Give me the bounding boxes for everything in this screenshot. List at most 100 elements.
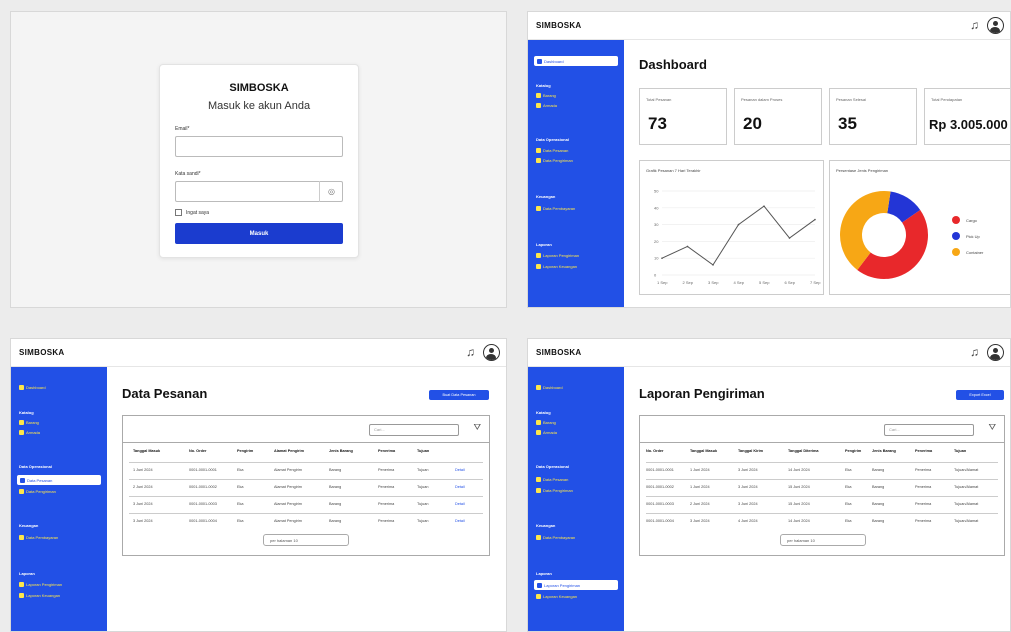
dashboard-screen: SIMBOSKA ♫ Dashboard Katalog Barang Arma… [527,11,1011,308]
table-cell: 0001-0001-0002 [189,485,217,489]
box-icon [536,148,541,153]
bell-icon[interactable]: ♫ [466,345,480,360]
pagination[interactable]: per halaman 10 [780,534,866,546]
home-icon [536,385,541,390]
sidebar-item-label: Data Pengiriman [26,489,56,494]
login-button[interactable]: Masuk [175,223,343,244]
line-chart: 0 10 20 30 40 50 1 Sep 2 Sep 3 Sep 4 Sep 5 Sep 6 Se… [654,189,821,286]
avatar[interactable] [987,17,1004,34]
sidebar-item-armada[interactable]: Armada [536,430,557,435]
sidebar-item-label: Dashboard [26,385,46,390]
table-cell: Alamat Pengirim [274,502,302,506]
table-cell: Tujuan/Alamat [954,502,979,506]
sidebar-item-pengiriman[interactable]: Data Pengiriman [19,489,56,494]
sidebar-item-dashboard[interactable]: Dashboard [19,385,46,390]
y-tick-label: 40 [654,205,659,210]
remember-me[interactable]: Ingat saya [175,209,209,216]
table-cell: 0001-0001-0003 [189,502,217,506]
sidebar-item-pengiriman[interactable]: Data Pengiriman [536,488,573,493]
data-point [737,223,740,226]
show-password-icon[interactable]: ◎ [319,181,343,202]
sidebar-item-pesanan[interactable]: Data Pesanan [17,475,101,485]
sidebar-heading-ops: Data Operasional [536,464,569,469]
sidebar-item-laporan-keuangan[interactable]: Laporan Keuangan [536,264,577,269]
email-field[interactable] [175,136,343,157]
sidebar-item-armada[interactable]: Armada [19,430,40,435]
sidebar-item-laporan-pengiriman[interactable]: Laporan Pengiriman [19,582,62,587]
table-cell: Barang [872,485,885,489]
table-cell: 15 Juni 2024 [788,485,810,489]
bell-icon[interactable]: ♫ [970,345,984,360]
filter-icon[interactable]: ⛛ [473,422,481,433]
table-cell: 0001-0001-0004 [189,519,217,523]
export-excel-button[interactable]: Export Excel [956,390,1004,400]
detail-link[interactable]: Detail [455,468,465,472]
sidebar-item-laporan-pengiriman[interactable]: Laporan Pengiriman [534,580,618,590]
legend-swatch [952,232,960,240]
sidebar-item-laporan-keuangan[interactable]: Laporan Keuangan [19,593,60,598]
sidebar-item-pembayaran[interactable]: Data Pembayaran [19,535,58,540]
table-cell: Barang [872,502,885,506]
pagination[interactable]: per halaman 10 [263,534,349,546]
folder-icon [537,582,542,588]
series-line [661,205,816,266]
detail-link[interactable]: Detail [455,519,465,523]
report-table-card: Cari... ⛛ No. Order Tanggal Masuk Tanggal … [639,415,1005,556]
sidebar-item-pesanan[interactable]: Data Pesanan [536,477,568,482]
divider [640,442,1004,443]
row-divider [646,496,998,497]
sidebar-item-label: Barang [543,420,556,425]
table-cell: Eka [237,519,244,523]
search-input[interactable]: Cari... [369,424,459,436]
sidebar-item-pesanan[interactable]: Data Pesanan [536,148,568,153]
sidebar-item-label: Data Pembayaran [26,535,59,540]
shipping-icon [536,488,541,493]
table-cell: Tujuan [417,485,429,489]
sidebar-heading-master: Katalog [19,410,34,415]
chart-icon [536,594,541,599]
sidebar-item-barang[interactable]: Barang [536,93,556,98]
pie-chart-card: Persentase Jenis Pengiriman Cargo Pick U… [829,160,1010,295]
pie-chart-title: Persentase Jenis Pengiriman [836,168,889,173]
sidebar-item-label: Barang [26,420,39,425]
table-cell: 3 Juni 2024 [738,502,758,506]
column-header: No. Order [189,449,207,453]
avatar[interactable] [483,344,500,361]
x-tick-label: 2 Sep [683,280,694,285]
row-divider [646,513,998,514]
home-icon [537,58,542,64]
sidebar-item-dashboard[interactable]: Dashboard [536,385,563,390]
sidebar-item-barang[interactable]: Barang [19,420,39,425]
sidebar-item-barang[interactable]: Barang [536,420,556,425]
box-icon [536,477,541,482]
sidebar-item-pembayaran[interactable]: Data Pembayaran [536,206,575,211]
password-field[interactable] [175,181,343,202]
remember-checkbox[interactable] [175,209,182,216]
table-cell: Eka [237,485,244,489]
column-header: Jenis Barang [329,449,353,453]
search-input[interactable]: Cari... [884,424,974,436]
sidebar-item-pengiriman[interactable]: Data Pengiriman [536,158,573,163]
sidebar-item-label: Laporan Keuangan [26,593,61,598]
sidebar-item-pembayaran[interactable]: Data Pembayaran [536,535,575,540]
detail-link[interactable]: Detail [455,485,465,489]
donut-slice-cargo [857,210,928,279]
sidebar-item-label: Data Pembayaran [543,535,576,540]
sidebar-item-dashboard[interactable]: Dashboard [534,56,618,66]
detail-link[interactable]: Detail [455,502,465,506]
app-brand: SIMBOSKA [536,348,582,357]
filter-icon[interactable]: ⛛ [988,422,996,433]
sidebar-item-laporan-keuangan[interactable]: Laporan Keuangan [536,594,577,599]
sidebar-item-label: Armada [543,103,558,108]
email-label: Email* [175,126,190,132]
sidebar-item-label: Armada [543,430,558,435]
sidebar-item-laporan-pengiriman[interactable]: Laporan Pengiriman [536,253,579,258]
avatar[interactable] [987,344,1004,361]
table-cell: Barang [329,519,342,523]
truck-icon [19,430,24,435]
password-label: Kata sandi* [175,171,201,177]
add-order-button[interactable]: Buat Data Pesanan [429,390,489,400]
bell-icon[interactable]: ♫ [970,18,984,33]
sidebar-item-armada[interactable]: Armada [536,103,557,108]
legend-label: Pick Up [966,233,980,239]
